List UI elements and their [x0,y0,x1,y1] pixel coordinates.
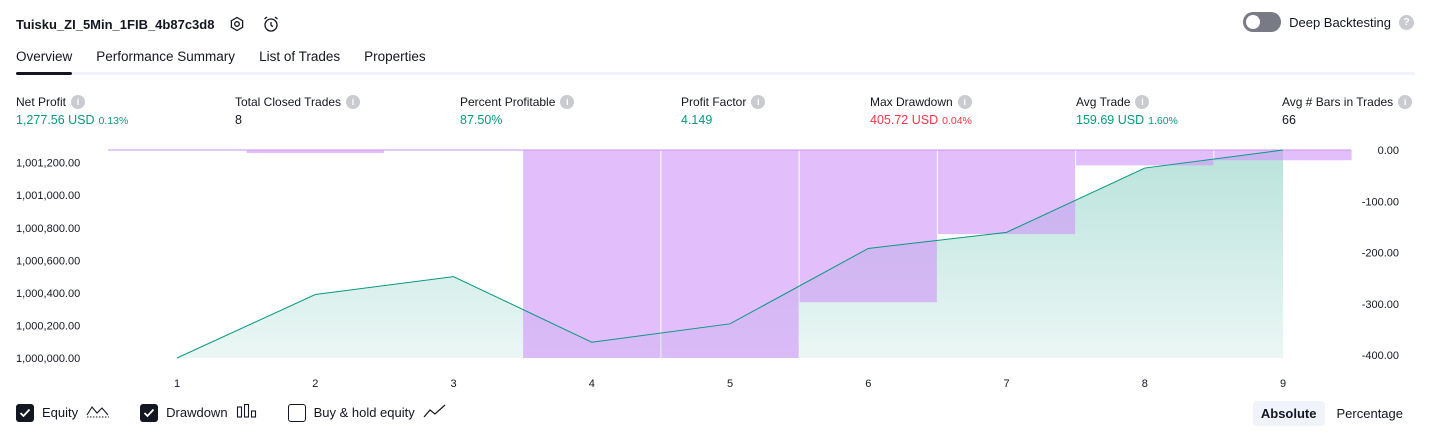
equity-checkbox[interactable] [16,403,34,422]
x-axis-tick-label: 3 [450,378,456,390]
left-axis-tick-label: 1,000,600.00 [16,255,80,267]
left-axis-tick-label: 1,000,400.00 [16,288,80,300]
stat-percent-profitable: Percent Profitable i 87.50% [460,93,575,127]
drawdown-bar [523,150,661,358]
settings-icon[interactable] [226,13,248,35]
info-icon[interactable]: i [1135,94,1150,109]
tab-properties[interactable]: Properties [364,44,426,72]
info-icon[interactable]: i [71,94,86,109]
legend-drawdown[interactable]: Drawdown [140,403,257,422]
drawdown-bar [661,150,799,358]
stat-percent: 0.13% [98,115,129,127]
drawdown-bars-icon [236,403,258,422]
stat-value: 87.50% [460,113,503,127]
strategy-name: Tuisku_ZI_5Min_1FIB_4b87c3d8 [16,16,215,32]
stat-value: 159.69 USD [1076,113,1145,127]
strategy-header: Tuisku_ZI_5Min_1FIB_4b87c3d8 [16,10,282,38]
legend-buy-hold[interactable]: Buy & hold equity [287,403,447,422]
drawdown-bar [1076,150,1214,166]
drawdown-bar [937,150,1076,235]
stat-avg-bars: Avg # Bars in Trades i 66 [1282,93,1413,127]
toggle-knob [1246,15,1261,29]
x-axis-tick-label: 8 [1142,378,1148,390]
x-axis-tick-label: 9 [1280,378,1286,390]
stat-label: Avg # Bars in Trades [1282,94,1394,109]
left-axis-tick-label: 1,000,000.00 [16,353,80,365]
deep-backtesting-toggle[interactable] [1243,12,1282,32]
absolute-button[interactable]: Absolute [1252,401,1325,426]
legend-equity[interactable]: Equity [16,403,110,422]
stat-value: 405.72 USD [870,113,939,127]
help-icon[interactable]: ? [1399,14,1414,30]
info-icon[interactable]: i [957,94,972,109]
equity-line-icon [86,403,110,422]
drawdown-bar [799,150,937,303]
info-icon[interactable]: i [751,94,766,109]
stat-total-closed-trades: Total Closed Trades i 8 [235,93,361,127]
left-axis-tick-label: 1,001,200.00 [16,158,80,170]
stat-percent: 1.60% [1148,115,1178,127]
legend-label: Buy & hold equity [313,405,415,420]
right-axis-tick-label: -300.00 [1362,299,1399,311]
info-icon[interactable]: i [346,94,361,109]
x-axis-tick-label: 2 [312,378,318,390]
left-axis-tick-label: 1,000,800.00 [16,223,80,235]
tab-bar: Overview Performance Summary List of Tra… [16,44,1415,75]
stat-label: Profit Factor [681,94,747,109]
deep-backtesting: Deep Backtesting ? [1243,12,1414,32]
right-axis-tick-label: -400.00 [1362,350,1399,362]
stat-profit-factor: Profit Factor i 4.149 [681,93,766,127]
left-axis-tick-label: 1,001,000.00 [16,190,80,202]
right-axis-tick-label: 0.00 [1378,145,1399,157]
drawdown-bar [246,150,384,154]
right-axis-tick-label: -100.00 [1362,196,1399,208]
stat-label: Percent Profitable [460,94,556,109]
x-axis-tick-label: 1 [174,378,180,390]
tab-overview[interactable]: Overview [16,44,73,75]
stat-label: Net Profit [16,94,67,109]
left-axis-tick-label: 1,000,200.00 [16,320,80,332]
legend-label: Drawdown [166,405,228,420]
stat-value: 8 [235,113,242,127]
stat-label: Max Drawdown [870,94,953,109]
stat-max-drawdown: Max Drawdown i 405.72 USD 0.04% [870,93,972,127]
x-axis-tick-label: 4 [589,378,595,390]
stat-avg-trade: Avg Trade i 159.69 USD 1.60% [1076,93,1178,127]
stat-value: 4.149 [681,113,713,127]
drawdown-bar [1214,150,1352,161]
stat-label: Avg Trade [1076,94,1131,109]
stat-net-profit: Net Profit i 1,277.56 USD 0.13% [16,93,128,127]
buy-hold-line-icon [423,403,447,422]
x-axis-tick-label: 7 [1003,378,1009,390]
deep-backtesting-label: Deep Backtesting [1289,14,1391,30]
legend-label: Equity [42,405,79,420]
stats-row: Net Profit i 1,277.56 USD 0.13% Total Clos… [0,93,1431,133]
info-icon[interactable]: i [1398,94,1413,109]
alarm-add-icon[interactable] [260,13,282,35]
scale-toggle: Absolute Percentage [1252,401,1412,426]
x-axis-tick-label: 5 [727,378,733,390]
x-axis-tick-label: 6 [865,378,871,390]
info-icon[interactable]: i [560,94,575,109]
equity-drawdown-chart[interactable]: 1,001,200.00 1,001,000.00 1,000,800.00 1,00… [0,140,1431,398]
stat-label: Total Closed Trades [235,94,342,109]
tab-performance-summary[interactable]: Performance Summary [96,44,235,72]
drawdown-checkbox[interactable] [140,403,159,422]
stat-percent: 0.04% [942,115,972,127]
stat-value: 66 [1282,113,1296,127]
buy-hold-checkbox[interactable] [287,403,306,422]
percentage-button[interactable]: Percentage [1329,401,1412,426]
tab-list-of-trades[interactable]: List of Trades [259,44,340,72]
stat-value: 1,277.56 USD [16,113,95,127]
right-axis-tick-label: -200.00 [1362,248,1399,260]
chart-legend: Equity Drawdown Buy & hold equity [16,403,447,422]
